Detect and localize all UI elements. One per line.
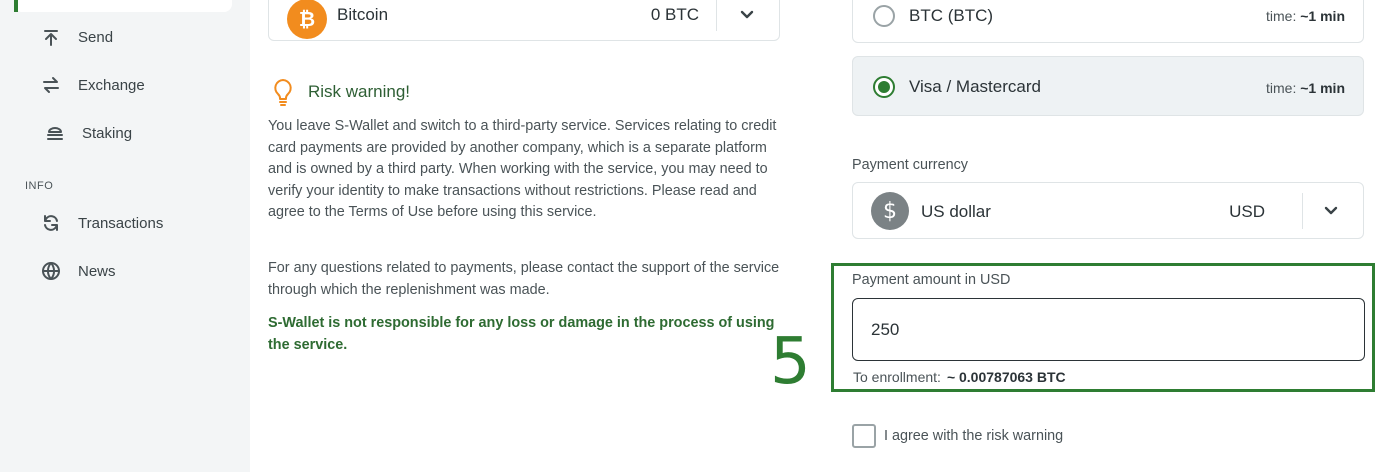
sidebar-item-label: Transactions bbox=[78, 214, 164, 232]
sidebar-item-label: Send bbox=[78, 28, 114, 46]
sidebar-item-staking[interactable]: Staking bbox=[44, 122, 132, 144]
upload-icon bbox=[40, 26, 62, 48]
active-nav-item[interactable] bbox=[14, 0, 232, 12]
bitcoin-icon: ₿ bbox=[287, 0, 327, 39]
divider bbox=[716, 0, 717, 31]
payment-method-label: Visa / Mastercard bbox=[909, 77, 1041, 96]
payment-method-visa-mastercard[interactable]: Visa / Mastercard time: ~1 min bbox=[852, 56, 1364, 116]
radio-button-selected[interactable] bbox=[873, 76, 895, 98]
dollar-icon: $ bbox=[871, 192, 909, 230]
sidebar-item-news[interactable]: News bbox=[40, 260, 116, 282]
payment-amount-label: Payment amount in USD bbox=[852, 272, 1011, 288]
chevron-down-icon[interactable] bbox=[739, 7, 759, 23]
coin-amount: 0 BTC bbox=[650, 5, 699, 24]
payment-method-time: time: ~1 min bbox=[1266, 80, 1345, 96]
sidebar-item-label: Exchange bbox=[78, 76, 145, 94]
risk-warning-text: You leave S-Wallet and switch to a third… bbox=[268, 118, 777, 221]
sidebar-item-label: News bbox=[78, 262, 116, 280]
currency-select[interactable]: $ US dollar USD bbox=[852, 182, 1364, 239]
payment-method-time: time: ~1 min bbox=[1266, 8, 1345, 24]
coin-name: Bitcoin bbox=[337, 5, 389, 24]
refresh-icon bbox=[40, 212, 62, 234]
enrollment-estimate: To enrollment: ~ 0.00787063 BTC bbox=[853, 369, 1066, 385]
info-section-title: INFO bbox=[25, 180, 54, 192]
chevron-down-icon[interactable] bbox=[1323, 203, 1343, 219]
risk-warning-header: Risk warning! bbox=[270, 78, 410, 106]
payment-currency-label: Payment currency bbox=[852, 157, 968, 173]
sidebar-item-send[interactable]: Send bbox=[40, 26, 113, 48]
sidebar-item-label: Staking bbox=[82, 124, 133, 142]
staking-icon bbox=[44, 122, 66, 144]
lightbulb-icon bbox=[274, 79, 292, 106]
payment-amount-input[interactable] bbox=[852, 298, 1365, 361]
payment-method-btc[interactable]: BTC (BTC) time: ~1 min bbox=[852, 0, 1364, 43]
currency-code: USD bbox=[1229, 202, 1265, 221]
radio-button[interactable] bbox=[873, 5, 895, 27]
exchange-icon bbox=[40, 74, 62, 96]
sidebar-item-transactions[interactable]: Transactions bbox=[40, 212, 163, 234]
support-text: For any questions related to payments, p… bbox=[268, 260, 780, 298]
payment-method-label: BTC (BTC) bbox=[909, 6, 994, 25]
step-number: 5 bbox=[770, 325, 811, 399]
checkbox[interactable] bbox=[852, 424, 876, 448]
agree-risk-checkbox[interactable]: I agree with the risk warning bbox=[852, 424, 1063, 448]
main-content: ₿ Bitcoin 0 BTC Risk warning! You leave … bbox=[250, 0, 1400, 472]
liability-text: S-Wallet is not responsible for any loss… bbox=[268, 315, 775, 353]
divider bbox=[1302, 193, 1303, 229]
globe-icon bbox=[40, 260, 62, 282]
currency-name: US dollar bbox=[921, 202, 991, 221]
sidebar-item-exchange[interactable]: Exchange bbox=[40, 74, 145, 96]
agree-label: I agree with the risk warning bbox=[884, 428, 1064, 444]
risk-warning-title: Risk warning! bbox=[308, 82, 411, 101]
coin-select[interactable]: ₿ Bitcoin 0 BTC bbox=[268, 0, 780, 41]
sidebar: Send Exchange Staking INFO Transactions … bbox=[0, 0, 250, 472]
